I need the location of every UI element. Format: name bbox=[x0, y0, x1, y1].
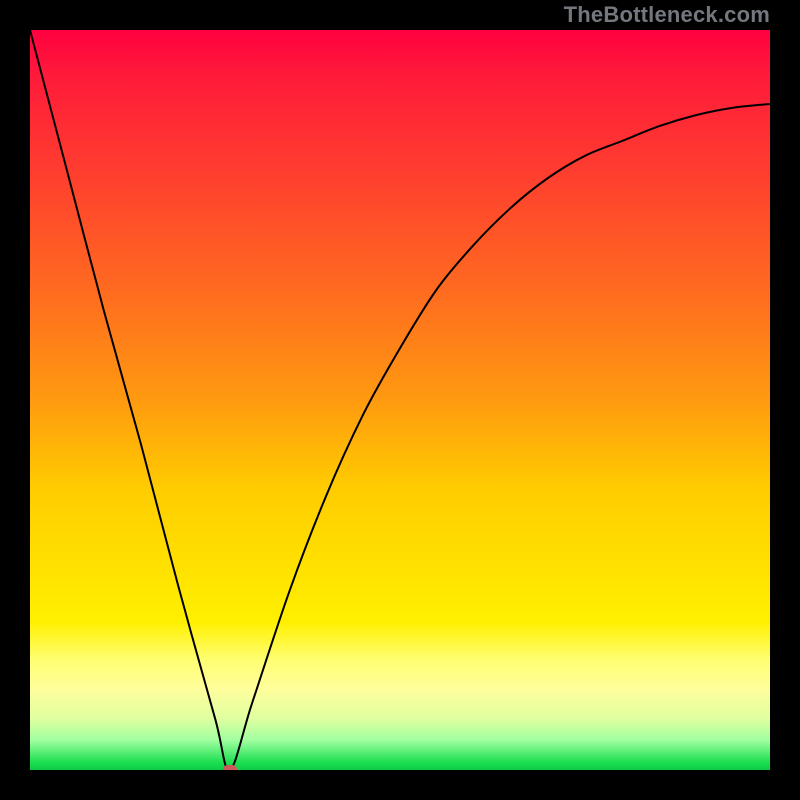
bottleneck-curve bbox=[30, 30, 770, 770]
chart-frame: TheBottleneck.com bbox=[0, 0, 800, 800]
plot-area bbox=[30, 30, 770, 770]
attribution-label: TheBottleneck.com bbox=[564, 2, 770, 28]
minimum-marker-icon bbox=[223, 765, 237, 770]
